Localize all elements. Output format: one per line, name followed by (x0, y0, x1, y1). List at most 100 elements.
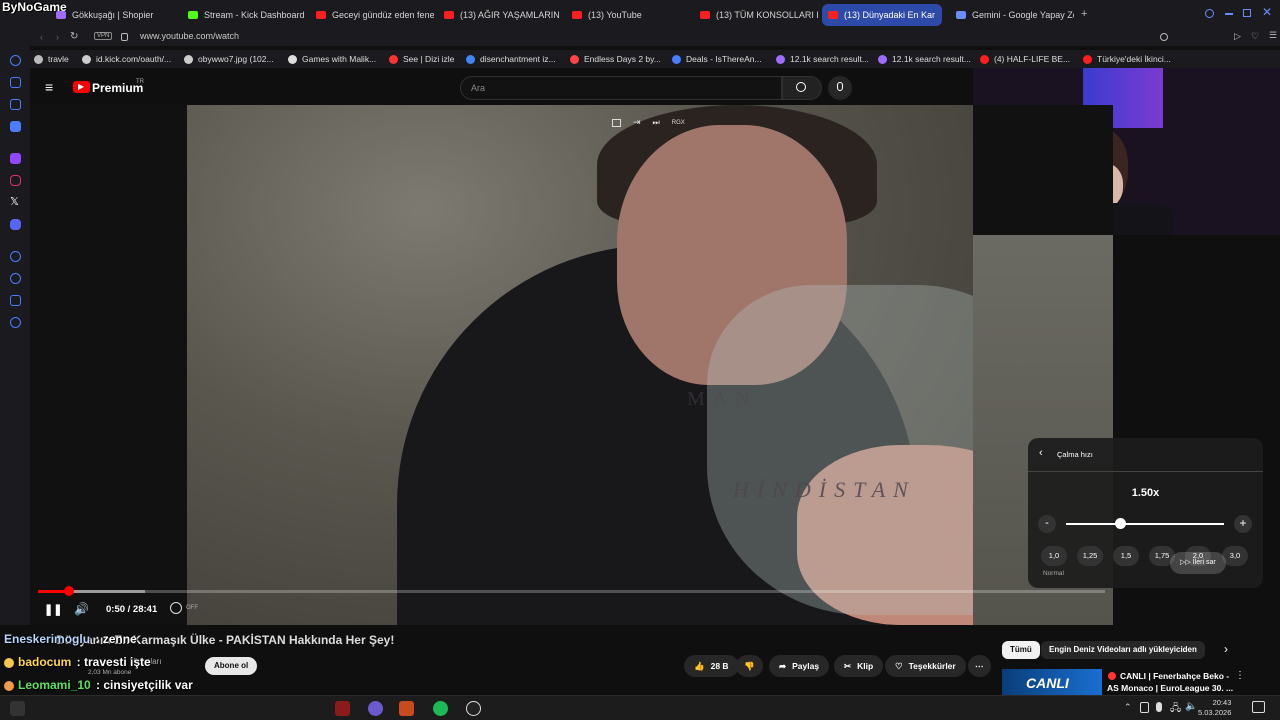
sidebar-gamepad-icon[interactable] (10, 99, 21, 110)
close-window-icon[interactable]: ✕ (1262, 5, 1272, 19)
spotify-icon[interactable] (433, 701, 448, 716)
discord-icon[interactable] (10, 219, 21, 230)
rec-title-line1[interactable]: CANLI | Fenerbahçe Beko - (1120, 671, 1229, 681)
taskbar-orange-icon[interactable] (399, 701, 414, 716)
bookmark-item[interactable]: travle (34, 54, 69, 64)
video-player[interactable]: MAN HİNDİSTAN ⇥ ⏭ RGX ❚❚ 🔊 0:50 / 28:41 … (30, 105, 1113, 625)
minimize-icon[interactable] (1225, 13, 1233, 15)
heart-icon[interactable]: ♡ (1251, 31, 1259, 42)
speed-increase-button[interactable]: + (1234, 515, 1252, 533)
bookmark-item[interactable]: disenchantment iz... (466, 54, 556, 64)
bookmark-item[interactable]: obywwo7.jpg (102... (184, 54, 274, 64)
vpn-badge[interactable]: VPN (94, 32, 113, 40)
share-button[interactable]: ➦ Paylaş (769, 655, 830, 677)
dislike-button[interactable]: 👎 (736, 655, 763, 677)
browser-tab[interactable]: (13) TÜM KONSOLLARI D (700, 4, 818, 26)
lock-icon[interactable] (121, 33, 128, 41)
x-twitter-icon[interactable]: 𝕏 (10, 195, 19, 208)
url-text[interactable]: www.youtube.com/watch (140, 31, 239, 41)
back-icon[interactable]: ‹ (40, 32, 43, 42)
play-icon[interactable]: ▷ (1234, 31, 1241, 42)
speed-preset-button[interactable]: 3,0 (1222, 546, 1248, 566)
sidebar-player-icon[interactable] (10, 251, 21, 262)
tray-chevron-icon[interactable]: ⌃ (1124, 702, 1132, 713)
more-actions-button[interactable]: ⋯ (968, 655, 991, 677)
bookmark-item[interactable]: Games with Malik... (288, 54, 376, 64)
chip-all[interactable]: Tümü (1002, 641, 1040, 659)
like-button[interactable]: 👍 28 B (684, 655, 739, 677)
rec-title-line2[interactable]: AS Monaco | EuroLeague 30. ... (1107, 683, 1233, 693)
sidebar-refresh-icon[interactable] (10, 55, 21, 66)
maximize-icon[interactable] (1243, 9, 1251, 17)
forward-icon[interactable]: › (56, 32, 59, 42)
browser-tab[interactable]: (13) Dünyadaki En Kar (822, 4, 942, 26)
speed-slider-knob[interactable] (1114, 518, 1126, 529)
bookmarks-bar: travle id.kick.com/oauth/... obywwo7.jpg (… (0, 50, 1280, 68)
speed-preset-button[interactable]: 1,5 (1113, 546, 1139, 566)
subscribe-button[interactable]: Abone ol (205, 657, 258, 675)
voice-search-button[interactable] (828, 76, 852, 100)
search-input[interactable]: Ara (460, 76, 782, 100)
volume-icon[interactable]: 🔊 (74, 602, 89, 616)
bookmark-item[interactable]: Türkiye'deki İkinci... (1083, 54, 1171, 64)
chips-next-icon[interactable]: › (1224, 642, 1228, 656)
chat-text: zenne (102, 632, 137, 646)
bookmark-item[interactable]: (4) HALF-LIFE BE... (980, 54, 1070, 64)
bookmark-item[interactable]: Endless Days 2 by... (570, 54, 661, 64)
live-dot-icon (1108, 672, 1116, 680)
taskbar-app-icon[interactable] (10, 701, 25, 716)
history-icon[interactable] (10, 273, 21, 284)
tray-network-icon[interactable]: 🖧 (1170, 701, 1181, 718)
tray-cloud-icon[interactable] (1140, 702, 1149, 713)
reload-icon[interactable]: ↻ (70, 31, 78, 42)
rec-thumbnail[interactable]: CANLI (1002, 669, 1102, 695)
pause-icon[interactable]: ❚❚ (44, 603, 62, 616)
bookmark-item[interactable]: 12.1k search result... (878, 54, 971, 64)
bookmark-item[interactable]: id.kick.com/oauth/... (82, 54, 171, 64)
sidebar-m-icon[interactable] (10, 121, 21, 132)
browser-tab[interactable]: Geceyi gündüz eden fene (316, 4, 434, 26)
exit-icon[interactable]: ⇥ (633, 117, 641, 128)
thanks-button[interactable]: ♡ Teşekkürler (885, 655, 966, 677)
progress-scrubber[interactable] (64, 586, 75, 596)
pip-icon[interactable] (612, 118, 621, 127)
taskbar-discord-icon[interactable] (368, 701, 383, 716)
tray-microphone-icon[interactable] (1156, 702, 1162, 712)
skip-icon[interactable]: ⏭ (653, 118, 660, 128)
bookmark-item[interactable]: 12.1k search result... (776, 54, 869, 64)
browser-tab[interactable]: (13) YouTube (572, 4, 690, 26)
browser-tab[interactable]: Stream - Kick Dashboard (188, 4, 306, 26)
speed-preset-button[interactable]: 1,25 (1077, 546, 1103, 566)
rec-more-icon[interactable]: ⋮ (1235, 670, 1245, 681)
taskbar-app-red-icon[interactable] (335, 701, 350, 716)
browser-tab[interactable]: (13) AĞIR YAŞAMLARIN E (444, 4, 562, 26)
sidebar-store-icon[interactable] (10, 77, 21, 88)
notification-icon[interactable] (1252, 701, 1265, 713)
browser-tab[interactable]: Gemini - Google Yapay Ze (956, 4, 1074, 26)
speed-slider[interactable] (1066, 518, 1224, 529)
speed-preset-button[interactable]: 1,0 (1041, 546, 1067, 566)
chip-uploader[interactable]: Engin Deniz Videoları adlı yükleyiciden (1041, 641, 1205, 659)
clip-button[interactable]: ✂ Klip (834, 655, 884, 677)
search-button[interactable] (782, 76, 822, 100)
menu-icon[interactable]: ☰ (1269, 30, 1277, 41)
settings-gear-icon[interactable] (10, 317, 21, 328)
new-tab-button[interactable]: + (1081, 8, 1087, 20)
back-chevron-icon[interactable]: ‹ (1039, 447, 1043, 459)
zoom-icon[interactable] (1160, 33, 1168, 41)
speed-decrease-button[interactable]: - (1038, 515, 1056, 533)
search-tabs-icon[interactable] (1205, 9, 1214, 18)
twitch-icon[interactable] (10, 153, 21, 164)
hd-toggle-icon[interactable] (170, 602, 182, 614)
taskbar-clock[interactable]: 20:43 5.03.2026 (1198, 698, 1231, 718)
obs-icon[interactable] (466, 701, 481, 716)
bookmark-item[interactable]: Deals - IsThereAn... (672, 54, 762, 64)
overlay-tag[interactable]: RGX (672, 120, 685, 126)
sidebar-cube-icon[interactable] (10, 295, 21, 306)
instagram-icon[interactable] (10, 175, 21, 186)
browser-tab[interactable]: Gökkuşağı | Shopier (56, 4, 174, 26)
bookmark-item[interactable]: See | Dizi izle (389, 54, 454, 64)
tray-speaker-icon[interactable]: 🔈 (1185, 701, 1197, 712)
hamburger-menu-icon[interactable]: ≡ (45, 79, 53, 95)
progress-bar[interactable] (38, 586, 1105, 596)
